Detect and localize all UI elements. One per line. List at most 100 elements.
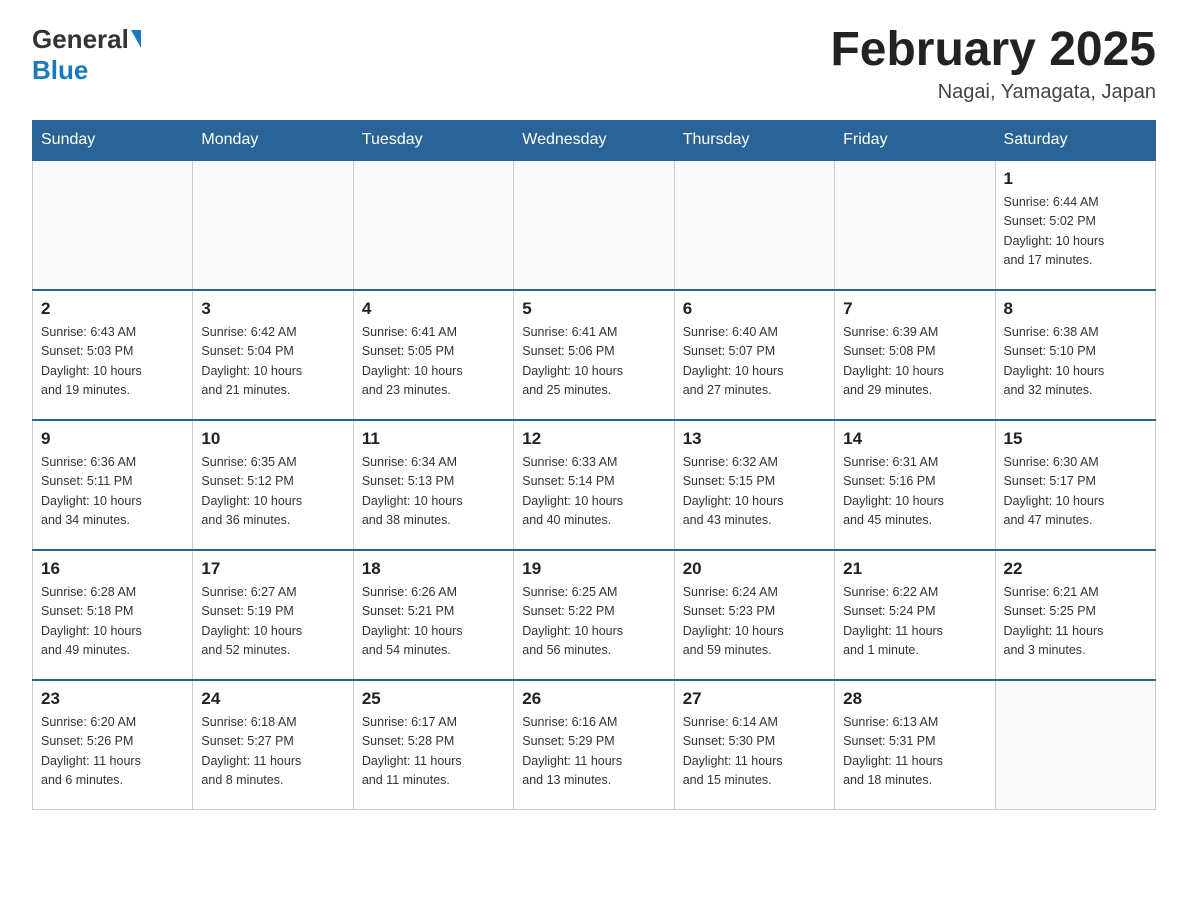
weekday-header-row: Sunday Monday Tuesday Wednesday Thursday…: [33, 120, 1156, 160]
header-saturday: Saturday: [995, 120, 1155, 160]
day-number: 14: [843, 429, 986, 449]
week-row-4: 16 Sunrise: 6:28 AMSunset: 5:18 PMDayligh…: [33, 550, 1156, 680]
table-row: 14 Sunrise: 6:31 AMSunset: 5:16 PMDayligh…: [835, 420, 995, 550]
day-number: 8: [1004, 299, 1147, 319]
table-row: 26 Sunrise: 6:16 AMSunset: 5:29 PMDayligh…: [514, 680, 674, 810]
day-number: 26: [522, 689, 665, 709]
table-row: 23 Sunrise: 6:20 AMSunset: 5:26 PMDayligh…: [33, 680, 193, 810]
day-info: Sunrise: 6:20 AMSunset: 5:26 PMDaylight:…: [41, 713, 184, 791]
day-info: Sunrise: 6:18 AMSunset: 5:27 PMDaylight:…: [201, 713, 344, 791]
day-number: 28: [843, 689, 986, 709]
table-row: 3 Sunrise: 6:42 AMSunset: 5:04 PMDaylight…: [193, 290, 353, 420]
table-row: 5 Sunrise: 6:41 AMSunset: 5:06 PMDaylight…: [514, 290, 674, 420]
day-number: 5: [522, 299, 665, 319]
day-number: 20: [683, 559, 826, 579]
day-info: Sunrise: 6:22 AMSunset: 5:24 PMDaylight:…: [843, 583, 986, 661]
table-row: 19 Sunrise: 6:25 AMSunset: 5:22 PMDayligh…: [514, 550, 674, 680]
day-info: Sunrise: 6:14 AMSunset: 5:30 PMDaylight:…: [683, 713, 826, 791]
day-info: Sunrise: 6:41 AMSunset: 5:05 PMDaylight:…: [362, 323, 505, 401]
table-row: 10 Sunrise: 6:35 AMSunset: 5:12 PMDayligh…: [193, 420, 353, 550]
table-row: 12 Sunrise: 6:33 AMSunset: 5:14 PMDayligh…: [514, 420, 674, 550]
table-row: 17Sunrise: 6:27 AMSunset: 5:19 PMDayligh…: [193, 550, 353, 680]
day-number: 10: [201, 429, 344, 449]
header-friday: Friday: [835, 120, 995, 160]
day-info: Sunrise: 6:36 AMSunset: 5:11 PMDaylight:…: [41, 453, 184, 531]
day-info: Sunrise: 6:42 AMSunset: 5:04 PMDaylight:…: [201, 323, 344, 401]
header-monday: Monday: [193, 120, 353, 160]
table-row: 25Sunrise: 6:17 AMSunset: 5:28 PMDayligh…: [353, 680, 513, 810]
week-row-3: 9 Sunrise: 6:36 AMSunset: 5:11 PMDaylight…: [33, 420, 1156, 550]
week-row-2: 2 Sunrise: 6:43 AMSunset: 5:03 PMDaylight…: [33, 290, 1156, 420]
table-row: 11 Sunrise: 6:34 AMSunset: 5:13 PMDayligh…: [353, 420, 513, 550]
table-row: 13 Sunrise: 6:32 AMSunset: 5:15 PMDayligh…: [674, 420, 834, 550]
day-info: Sunrise: 6:26 AMSunset: 5:21 PMDaylight:…: [362, 583, 505, 661]
day-info: Sunrise: 6:43 AMSunset: 5:03 PMDaylight:…: [41, 323, 184, 401]
header-tuesday: Tuesday: [353, 120, 513, 160]
day-number: 11: [362, 429, 505, 449]
day-info: Sunrise: 6:44 AMSunset: 5:02 PMDaylight:…: [1004, 193, 1147, 271]
table-row: 24 Sunrise: 6:18 AMSunset: 5:27 PMDayligh…: [193, 680, 353, 810]
table-row: [353, 160, 513, 290]
title-section: February 2025 Nagai, Yamagata, Japan: [830, 24, 1156, 104]
day-number: 2: [41, 299, 184, 319]
table-row: [995, 680, 1155, 810]
table-row: [514, 160, 674, 290]
day-number: 13: [683, 429, 826, 449]
table-row: [193, 160, 353, 290]
day-number: 16: [41, 559, 184, 579]
table-row: 4 Sunrise: 6:41 AMSunset: 5:05 PMDaylight…: [353, 290, 513, 420]
table-row: 15 Sunrise: 6:30 AMSunset: 5:17 PMDayligh…: [995, 420, 1155, 550]
day-number: 6: [683, 299, 826, 319]
day-info: Sunrise: 6:41 AMSunset: 5:06 PMDaylight:…: [522, 323, 665, 401]
logo: General Blue: [32, 24, 141, 86]
header-sunday: Sunday: [33, 120, 193, 160]
day-number: 4: [362, 299, 505, 319]
table-row: [835, 160, 995, 290]
table-row: [674, 160, 834, 290]
table-row: [33, 160, 193, 290]
day-number: 15: [1004, 429, 1147, 449]
day-info: Sunrise: 6:24 AMSunset: 5:23 PMDaylight:…: [683, 583, 826, 661]
day-info: Sunrise: 6:40 AMSunset: 5:07 PMDaylight:…: [683, 323, 826, 401]
week-row-5: 23 Sunrise: 6:20 AMSunset: 5:26 PMDayligh…: [33, 680, 1156, 810]
day-info: Sunrise: 6:32 AMSunset: 5:15 PMDaylight:…: [683, 453, 826, 531]
day-number: 7: [843, 299, 986, 319]
day-number: 1: [1004, 169, 1147, 189]
day-info: Sunrise: 6:33 AMSunset: 5:14 PMDaylight:…: [522, 453, 665, 531]
table-row: 8Sunrise: 6:38 AMSunset: 5:10 PMDaylight…: [995, 290, 1155, 420]
table-row: 20 Sunrise: 6:24 AMSunset: 5:23 PMDayligh…: [674, 550, 834, 680]
table-row: 18 Sunrise: 6:26 AMSunset: 5:21 PMDayligh…: [353, 550, 513, 680]
day-info: Sunrise: 6:31 AMSunset: 5:16 PMDaylight:…: [843, 453, 986, 531]
day-number: 3: [201, 299, 344, 319]
week-row-1: 1 Sunrise: 6:44 AMSunset: 5:02 PMDaylight…: [33, 160, 1156, 290]
day-info: Sunrise: 6:35 AMSunset: 5:12 PMDaylight:…: [201, 453, 344, 531]
day-info: Sunrise: 6:13 AMSunset: 5:31 PMDaylight:…: [843, 713, 986, 791]
table-row: 2 Sunrise: 6:43 AMSunset: 5:03 PMDaylight…: [33, 290, 193, 420]
day-number: 23: [41, 689, 184, 709]
logo-blue-text: Blue: [32, 55, 88, 86]
table-row: 16 Sunrise: 6:28 AMSunset: 5:18 PMDayligh…: [33, 550, 193, 680]
day-number: 17: [201, 559, 344, 579]
table-row: 9 Sunrise: 6:36 AMSunset: 5:11 PMDaylight…: [33, 420, 193, 550]
table-row: 7 Sunrise: 6:39 AMSunset: 5:08 PMDaylight…: [835, 290, 995, 420]
day-number: 25: [362, 689, 505, 709]
day-info: Sunrise: 6:39 AMSunset: 5:08 PMDaylight:…: [843, 323, 986, 401]
day-info: Sunrise: 6:28 AMSunset: 5:18 PMDaylight:…: [41, 583, 184, 661]
table-row: 22Sunrise: 6:21 AMSunset: 5:25 PMDayligh…: [995, 550, 1155, 680]
day-info: Sunrise: 6:34 AMSunset: 5:13 PMDaylight:…: [362, 453, 505, 531]
calendar-table: Sunday Monday Tuesday Wednesday Thursday…: [32, 120, 1156, 811]
day-number: 21: [843, 559, 986, 579]
day-number: 19: [522, 559, 665, 579]
table-row: 1 Sunrise: 6:44 AMSunset: 5:02 PMDaylight…: [995, 160, 1155, 290]
table-row: 27Sunrise: 6:14 AMSunset: 5:30 PMDayligh…: [674, 680, 834, 810]
day-number: 9: [41, 429, 184, 449]
day-number: 22: [1004, 559, 1147, 579]
table-row: 21 Sunrise: 6:22 AMSunset: 5:24 PMDayligh…: [835, 550, 995, 680]
day-info: Sunrise: 6:30 AMSunset: 5:17 PMDaylight:…: [1004, 453, 1147, 531]
month-title: February 2025: [830, 24, 1156, 77]
day-number: 12: [522, 429, 665, 449]
day-number: 24: [201, 689, 344, 709]
day-info: Sunrise: 6:25 AMSunset: 5:22 PMDaylight:…: [522, 583, 665, 661]
day-info: Sunrise: 6:16 AMSunset: 5:29 PMDaylight:…: [522, 713, 665, 791]
day-number: 18: [362, 559, 505, 579]
